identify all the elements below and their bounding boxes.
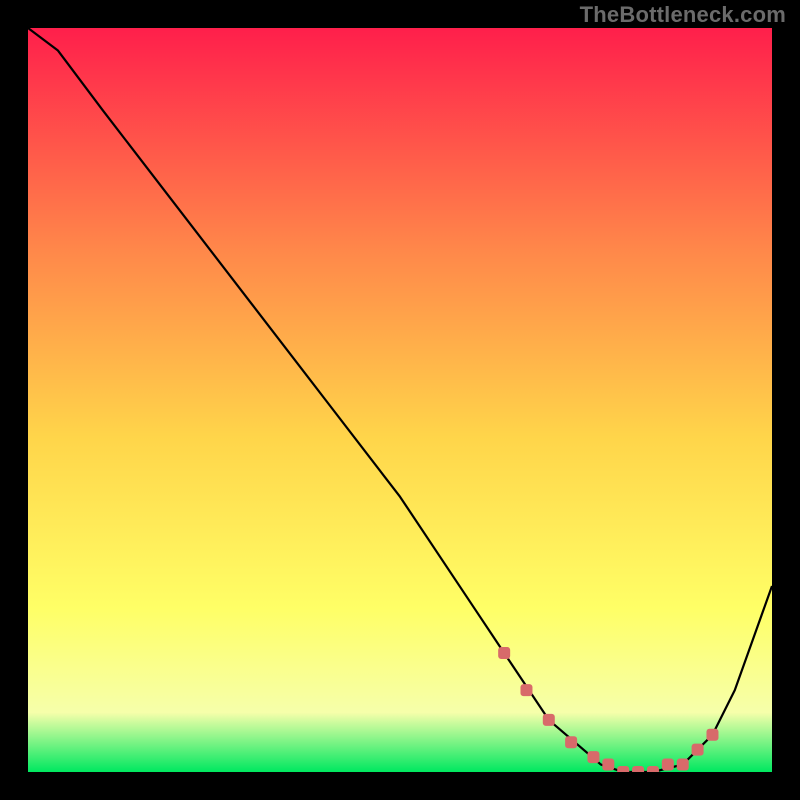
marker-point xyxy=(617,766,629,772)
marker-point xyxy=(647,766,659,772)
marker-point xyxy=(706,729,718,741)
marker-point xyxy=(498,647,510,659)
marker-point xyxy=(632,766,644,772)
plot-background xyxy=(28,28,772,772)
page-root: TheBottleneck.com xyxy=(0,0,800,800)
marker-point xyxy=(692,744,704,756)
marker-point xyxy=(662,759,674,771)
marker-point xyxy=(602,759,614,771)
marker-point xyxy=(565,736,577,748)
marker-point xyxy=(677,759,689,771)
bottleneck-chart xyxy=(28,28,772,772)
marker-point xyxy=(543,714,555,726)
marker-point xyxy=(520,684,532,696)
watermark-text: TheBottleneck.com xyxy=(580,2,786,28)
marker-point xyxy=(587,751,599,763)
